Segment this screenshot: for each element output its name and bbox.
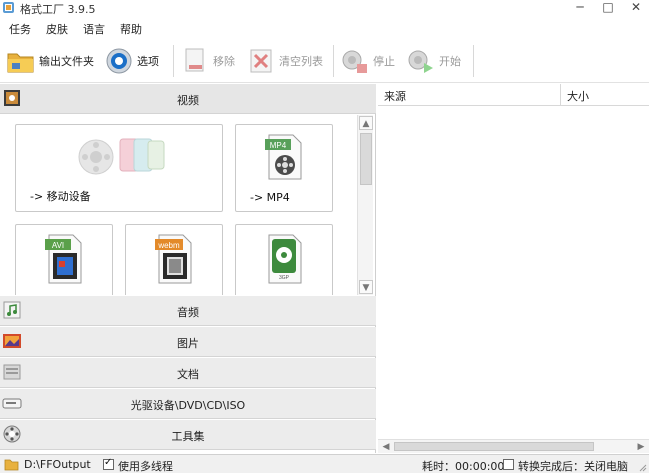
start-button[interactable]: 开始 [406,43,461,79]
category-tools-label: 工具集 [171,430,205,443]
stop-icon [342,50,367,73]
category-document[interactable]: 文档 [0,358,376,388]
toolbar-separator [333,45,334,77]
menu-tasks[interactable]: 任务 [9,21,31,37]
remove-button[interactable]: 移除 [180,43,235,79]
title-bar: 格式工厂 3.9.5 ─ □ ✕ [0,0,649,17]
task-list-horizontal-scrollbar[interactable]: ◀ ▶ [378,439,649,453]
gear-icon [106,48,132,74]
toolbar-separator [173,45,174,77]
format-tile-mp4[interactable]: MP4 -> MP4 [235,124,333,212]
multithread-label: 使用多线程 [118,460,173,473]
after-convert-label: 转换完成后：关闭电脑 [518,460,628,473]
remove-document-icon [185,48,204,72]
category-image[interactable]: 图片 [0,327,376,357]
scroll-right-arrow-icon[interactable]: ▶ [634,441,648,453]
clear-list-button[interactable]: 清空列表 [246,43,323,79]
video-format-grid: -> 移动设备 MP4 -> MP4 AVI webm 3GP [0,115,356,295]
webm-file-icon: webm [155,234,192,284]
menu-help[interactable]: 帮助 [120,21,142,37]
close-button[interactable]: ✕ [622,0,649,17]
window-title: 格式工厂 3.9.5 [20,3,96,16]
remove-label: 移除 [213,55,235,68]
after-convert-checkbox[interactable] [503,459,514,470]
scroll-thumb[interactable] [394,442,594,451]
category-tools[interactable]: 工具集 [0,420,376,450]
resize-grip-icon[interactable] [637,462,647,472]
avi-badge-text: AVI [52,241,64,250]
menu-bar: 任务 皮肤 语言 帮助 [0,18,649,38]
category-video[interactable]: 视频 [0,84,376,114]
category-optical-label: 光驱设备\DVD\CD\ISO [130,399,246,412]
avi-file-icon: AVI [45,234,82,284]
tile-label: -> 移动设备 [30,190,91,203]
toolbar: 输出文件夹 选项 移除 清空列表 停止 开始 [0,39,649,83]
mobile-device-icon [78,138,165,175]
format-tile-3gp[interactable]: 3GP [235,224,333,295]
options-button[interactable]: 选项 [104,43,159,79]
multithread-checkbox[interactable] [103,457,114,470]
menu-skin[interactable]: 皮肤 [46,21,68,37]
clear-list-icon [250,49,272,73]
format-tile-mobile[interactable]: -> 移动设备 [15,124,223,212]
start-icon [408,50,433,73]
output-folder-label: 输出文件夹 [39,55,94,68]
elapsed-time: 耗时：00:00:00 [422,460,505,473]
category-video-label: 视频 [177,94,199,107]
3gp-badge-text: 3GP [279,275,290,281]
menu-language[interactable]: 语言 [83,21,105,37]
status-bar: D:\FFOutput 使用多线程 耗时：00:00:00 转换完成后：关闭电脑 [0,454,649,473]
category-image-label: 图片 [177,337,199,350]
stop-label: 停止 [373,55,395,68]
scroll-thumb[interactable] [360,133,372,185]
scroll-down-arrow-icon[interactable]: ▼ [359,280,373,294]
toolbar-separator [473,45,474,77]
maximize-button[interactable]: □ [594,0,622,17]
folder-icon [7,53,34,73]
minimize-button[interactable]: ─ [566,0,594,17]
column-header-size[interactable]: 大小 [561,84,649,106]
tile-label: -> MP4 [250,191,290,204]
category-audio[interactable]: 音频 [0,296,376,326]
format-tile-avi[interactable]: AVI [15,224,113,295]
format-tile-webm[interactable]: webm [125,224,223,295]
mp4-badge-text: MP4 [270,141,287,150]
options-label: 选项 [137,55,159,68]
start-label: 开始 [439,55,461,68]
stop-button[interactable]: 停止 [340,43,395,79]
folder-icon [4,459,19,471]
category-optical[interactable]: 光驱设备\DVD\CD\ISO [0,389,376,419]
output-folder-button[interactable]: 输出文件夹 [6,43,94,79]
app-logo-icon [3,2,14,13]
category-document-label: 文档 [177,368,199,381]
scroll-up-arrow-icon[interactable]: ▲ [359,116,373,130]
3gp-file-icon: 3GP [268,234,302,284]
output-path[interactable]: D:\FFOutput [24,458,91,471]
column-header-source[interactable]: 来源 [378,84,561,106]
mp4-file-icon: MP4 [265,134,302,180]
webm-badge-text: webm [157,241,180,250]
task-list-panel[interactable]: 来源 大小 ◀ ▶ [378,84,649,453]
grid-vertical-scrollbar[interactable]: ▲ ▼ [357,115,373,295]
clear-list-label: 清空列表 [279,55,323,68]
category-audio-label: 音频 [177,306,199,319]
scroll-left-arrow-icon[interactable]: ◀ [379,441,393,453]
